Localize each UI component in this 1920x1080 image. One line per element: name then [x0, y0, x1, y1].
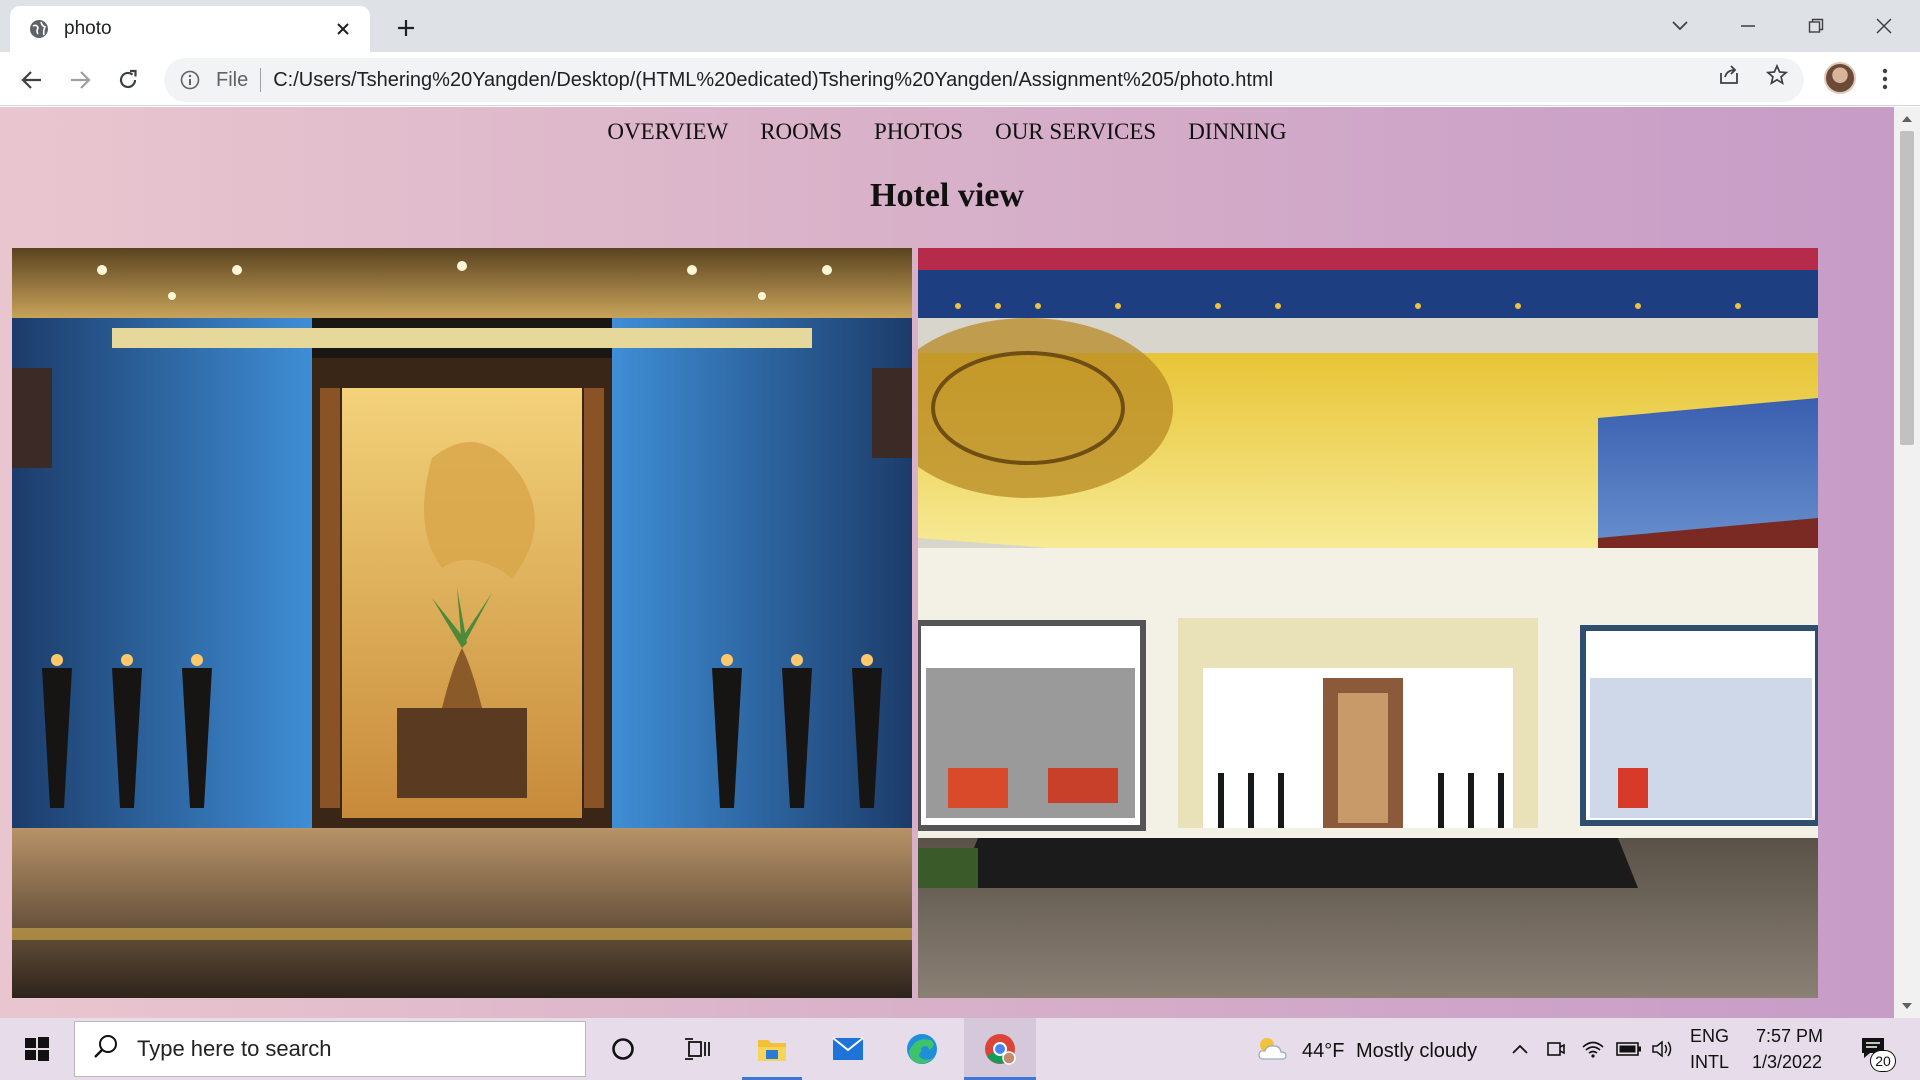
task-view-icon[interactable] — [680, 1018, 714, 1080]
chrome-browser-icon[interactable] — [964, 1018, 1036, 1080]
show-hidden-icons-chevron-icon[interactable] — [1506, 1018, 1534, 1080]
scroll-up-arrow-icon[interactable] — [1894, 109, 1920, 129]
info-icon[interactable] — [178, 68, 202, 92]
weather-description: Mostly cloudy — [1356, 1040, 1478, 1062]
nav-link-dinning[interactable]: DINNING — [1188, 119, 1286, 145]
nav-link-rooms[interactable]: ROOMS — [760, 119, 842, 145]
close-tab-icon[interactable] — [330, 16, 356, 42]
scroll-thumb[interactable] — [1900, 131, 1914, 445]
mail-icon[interactable] — [818, 1018, 878, 1080]
taskbar: Type here to search 44°F Mostly cloudy E… — [0, 1018, 1920, 1080]
back-button[interactable] — [14, 62, 50, 98]
browser-tab[interactable]: photo — [10, 6, 370, 52]
search-placeholder: Type here to search — [137, 1036, 332, 1061]
clock-date[interactable]: 1/3/2022 — [1752, 1052, 1822, 1073]
new-tab-button[interactable] — [390, 12, 422, 44]
restore-button[interactable] — [1788, 8, 1844, 44]
page-heading: Hotel view — [870, 177, 1024, 214]
meet-now-icon[interactable] — [1542, 1018, 1570, 1080]
bookmark-star-icon[interactable] — [1762, 60, 1792, 90]
taskbar-search-box[interactable]: Type here to search — [74, 1021, 586, 1077]
hotel-exterior-photo — [918, 248, 1818, 998]
browser-toolbar: File C:/Users/Tshering%20Yangden/Desktop… — [0, 52, 1920, 106]
address-url[interactable]: C:/Users/Tshering%20Yangden/Desktop/(HTM… — [273, 69, 1273, 92]
search-icon — [93, 1034, 119, 1065]
nav-link-photos[interactable]: PHOTOS — [874, 119, 963, 145]
reload-button[interactable] — [110, 62, 146, 98]
clock-time[interactable]: 7:57 PM — [1756, 1026, 1823, 1047]
address-scheme-label: File — [216, 68, 249, 91]
address-divider — [260, 68, 262, 92]
share-icon[interactable] — [1714, 60, 1744, 90]
forward-button[interactable] — [62, 62, 98, 98]
keyboard-layout[interactable]: INTL — [1690, 1052, 1729, 1073]
volume-icon[interactable] — [1648, 1018, 1678, 1080]
nav-link-our-services[interactable]: OUR SERVICES — [995, 119, 1156, 145]
weather-temperature: 44°F — [1302, 1040, 1345, 1062]
globe-icon — [28, 18, 50, 40]
battery-icon[interactable] — [1614, 1018, 1644, 1080]
profile-avatar[interactable] — [1824, 62, 1856, 94]
scroll-down-arrow-icon[interactable] — [1894, 996, 1920, 1016]
language-code[interactable]: ENG — [1690, 1026, 1729, 1047]
tab-strip: photo — [0, 0, 1920, 52]
more-menu-icon[interactable] — [1870, 62, 1900, 96]
wifi-icon[interactable] — [1578, 1018, 1608, 1080]
close-window-button[interactable] — [1856, 8, 1912, 44]
file-explorer-icon[interactable] — [742, 1018, 802, 1080]
site-nav: OVERVIEW ROOMS PHOTOS OUR SERVICES DINNI… — [0, 119, 1894, 145]
hotel-lobby-photo — [12, 248, 912, 998]
notification-count-badge: 20 — [1870, 1050, 1896, 1072]
page-scrollbar[interactable] — [1894, 107, 1920, 1018]
weather-cloud-icon[interactable] — [1252, 1018, 1292, 1080]
address-bar[interactable]: File C:/Users/Tshering%20Yangden/Desktop… — [164, 58, 1804, 102]
page-viewport: OVERVIEW ROOMS PHOTOS OUR SERVICES DINNI… — [0, 107, 1920, 1018]
cortana-icon[interactable] — [606, 1018, 640, 1080]
tab-search-chevron-icon[interactable] — [1652, 8, 1708, 44]
tab-title: photo — [64, 18, 112, 39]
windows-start-icon[interactable] — [16, 1018, 58, 1080]
nav-link-overview[interactable]: OVERVIEW — [607, 119, 728, 145]
minimize-button[interactable] — [1720, 8, 1776, 44]
edge-browser-icon[interactable] — [892, 1018, 952, 1080]
